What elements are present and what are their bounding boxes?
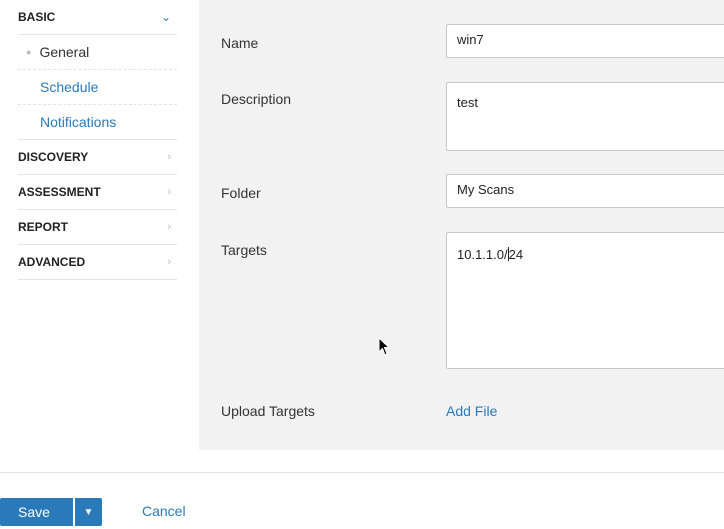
sidebar-item-label: Schedule: [40, 79, 99, 95]
sidebar-item-general[interactable]: ● General: [18, 35, 177, 70]
sidebar-item-label: Notifications: [40, 114, 117, 130]
sidebar-section-label: DISCOVERY: [18, 150, 89, 164]
sidebar-section-basic[interactable]: BASIC ⌄: [18, 0, 177, 35]
chevron-right-icon: ›: [167, 221, 171, 233]
sidebar-item-label: General: [39, 44, 90, 60]
description-field[interactable]: test: [446, 82, 724, 151]
save-button[interactable]: Save: [0, 498, 73, 526]
chevron-right-icon: ›: [167, 186, 171, 198]
folder-label: Folder: [221, 185, 261, 201]
name-label: Name: [221, 35, 259, 51]
upload-targets-label: Upload Targets: [221, 403, 315, 419]
mouse-cursor-icon: [378, 337, 390, 356]
settings-sidebar: BASIC ⌄ ● General Schedule Notifications…: [0, 0, 184, 450]
folder-value: My Scans: [457, 182, 515, 197]
targets-value-end: 24: [508, 247, 524, 262]
name-field[interactable]: win7: [446, 24, 724, 58]
sidebar-section-advanced[interactable]: ADVANCED ›: [18, 245, 177, 280]
chevron-right-icon: ›: [167, 151, 171, 163]
sidebar-item-schedule[interactable]: Schedule: [18, 70, 177, 105]
footer-divider: [0, 472, 724, 473]
description-value: test: [457, 95, 478, 110]
targets-label: Targets: [221, 242, 267, 258]
targets-value-start: 10.1.1.0/: [457, 247, 508, 262]
name-value: win7: [457, 32, 484, 47]
sidebar-section-label: REPORT: [18, 220, 69, 234]
sidebar-section-assessment[interactable]: ASSESSMENT ›: [18, 175, 177, 210]
sidebar-section-label: BASIC: [18, 10, 56, 24]
sidebar-section-label: ADVANCED: [18, 255, 86, 269]
chevron-right-icon: ›: [167, 256, 171, 268]
save-label: Save: [18, 504, 50, 520]
targets-field[interactable]: 10.1.1.0/24: [446, 232, 724, 369]
sidebar-section-report[interactable]: REPORT ›: [18, 210, 177, 245]
add-file-link[interactable]: Add File: [446, 403, 497, 419]
save-options-button[interactable]: ▼: [75, 498, 102, 526]
description-label: Description: [221, 91, 292, 107]
sidebar-section-discovery[interactable]: DISCOVERY ›: [18, 140, 177, 175]
folder-select[interactable]: My Scans: [446, 174, 724, 208]
caret-down-icon: ▼: [83, 506, 94, 518]
cancel-button[interactable]: Cancel: [142, 503, 186, 519]
sidebar-section-label: ASSESSMENT: [18, 185, 101, 199]
bullet-icon: ●: [26, 47, 32, 57]
general-settings-panel: [199, 0, 724, 450]
sidebar-item-notifications[interactable]: Notifications: [18, 105, 177, 140]
chevron-down-icon: ⌄: [160, 10, 171, 24]
